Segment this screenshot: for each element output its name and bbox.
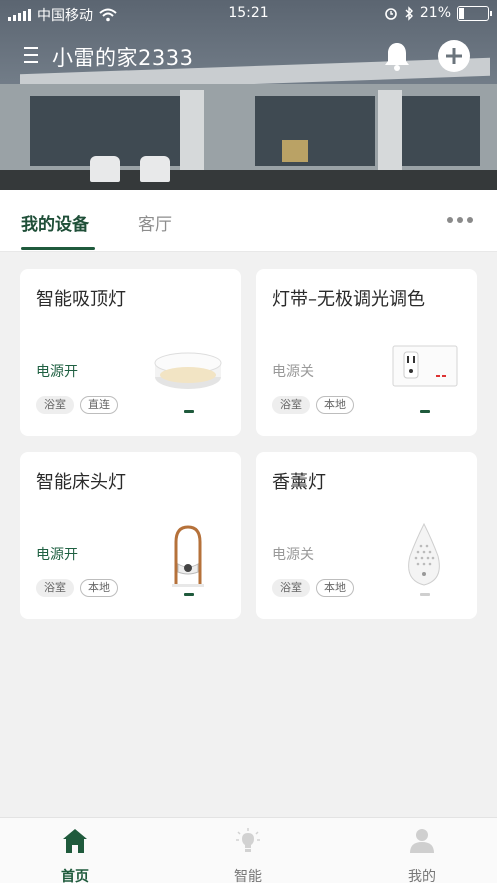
device-card-bedside-lamp[interactable]: 智能床头灯 电源开 浴室 本地 [20,452,241,619]
device-name: 灯带–无极调光调色 [272,289,425,310]
room-tag: 浴室 [272,579,310,597]
device-card-ceiling-light[interactable]: 智能吸顶灯 电源开 浴室 直连 [20,269,241,436]
nav-smart-label: 智能 [234,869,262,883]
home-title[interactable]: 小雷的家2333 [52,42,193,72]
title-bar: 小雷的家2333 [0,36,497,76]
tab-underline [21,247,95,250]
state-indicator [184,593,194,596]
room-tag: 浴室 [36,396,74,414]
bulb-icon [236,828,260,852]
nav-profile-label: 我的 [408,869,436,883]
status-bar: 中国移动 15:21 21% [0,0,497,28]
nav-smart[interactable]: 智能 [208,828,288,883]
menu-icon[interactable] [24,46,38,64]
device-name: 香薰灯 [272,472,326,493]
state-indicator [420,410,430,413]
connection-tag: 本地 [316,579,354,597]
power-status[interactable]: 电源关 [272,361,314,381]
connection-tag: 本地 [316,396,354,414]
bluetooth-icon [405,5,413,21]
power-status[interactable]: 电源开 [36,361,78,381]
aroma-diffuser-icon [408,522,440,586]
device-name: 智能吸顶灯 [36,289,126,310]
bell-icon[interactable] [382,40,412,72]
power-status[interactable]: 电源开 [36,544,78,564]
more-icon[interactable] [447,217,473,223]
device-card-aroma-lamp[interactable]: 香薰灯 电源关 浴室 本地 [256,452,477,619]
nav-home[interactable]: 首页 [35,828,115,883]
device-card-light-strip[interactable]: 灯带–无极调光调色 电源关 浴室 本地 [256,269,477,436]
tab-my-devices[interactable]: 我的设备 [21,210,89,235]
device-name: 智能床头灯 [36,472,126,493]
hero-banner: 中国移动 15:21 21% 小雷的家2333 [0,0,497,190]
wall-outlet-icon [392,345,458,387]
bottom-nav: 首页 智能 我的 [0,817,497,883]
battery-icon [457,5,492,21]
nav-home-label: 首页 [61,869,89,883]
connection-tag: 本地 [80,579,118,597]
tab-bar: 我的设备 客厅 [0,190,497,252]
nav-profile[interactable]: 我的 [382,828,462,883]
home-icon [63,829,87,853]
state-indicator [184,410,194,413]
power-status[interactable]: 电源关 [272,544,314,564]
room-tag: 浴室 [36,579,74,597]
user-icon [410,829,434,853]
state-indicator [420,593,430,596]
alarm-icon [385,8,397,20]
connection-tag: 直连 [80,396,118,414]
add-icon[interactable] [437,39,471,73]
battery-percent: 21% [419,5,451,21]
bedside-lamp-icon [172,525,204,587]
tab-living-room[interactable]: 客厅 [138,210,172,235]
room-tag: 浴室 [272,396,310,414]
ceiling-light-icon [154,352,222,389]
